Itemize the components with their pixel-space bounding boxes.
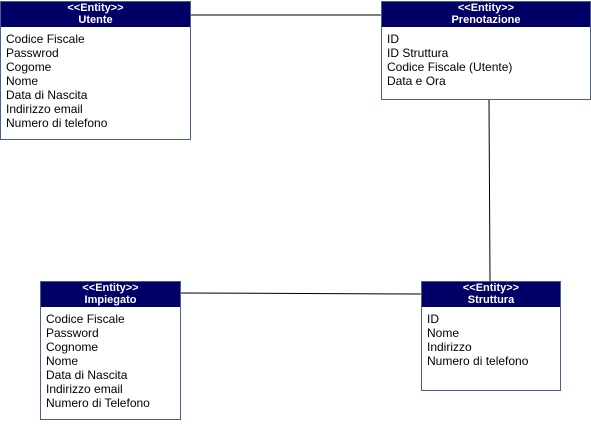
entity-impiegato-stereotype: <<Entity>> [82, 282, 139, 294]
entity-prenotazione-header: <<Entity>> Prenotazione [382, 2, 590, 27]
connector-prenotazione-struttura [488, 99, 491, 282]
attribute: Indirizzo email [46, 382, 123, 396]
entity-impiegato-attributes: Codice Fiscale Password Cognome Nome Dat… [41, 307, 180, 410]
entity-impiegato-header: <<Entity>> Impiegato [41, 282, 180, 307]
entity-impiegato-title: Impiegato [84, 294, 137, 306]
entity-struttura-title: Struttura [467, 294, 515, 306]
attribute: Indirizzo [427, 340, 472, 354]
entity-struttura-stereotype: <<Entity>> [462, 282, 520, 294]
attribute: ID [427, 312, 439, 326]
attribute: Codice Fiscale [6, 32, 85, 46]
attribute: Password [46, 326, 99, 340]
entity-prenotazione[interactable]: <<Entity>> Prenotazione ID ID Struttura … [381, 1, 591, 100]
entity-utente-attributes: Codice Fiscale Passwrod Cogome Nome Data… [1, 27, 190, 130]
entity-utente-title: Utente [78, 14, 113, 26]
entity-prenotazione-attributes: ID ID Struttura Codice Fiscale (Utente) … [382, 27, 590, 88]
attribute: ID [387, 32, 399, 46]
attribute: Codice Fiscale (Utente) [387, 60, 513, 74]
attribute: Data di Nascita [46, 368, 128, 382]
attribute: Data e Ora [387, 74, 446, 88]
attribute: Data di Nascita [6, 88, 88, 102]
entity-utente-header: <<Entity>> Utente [1, 2, 190, 27]
entity-prenotazione-stereotype: <<Entity>> [457, 2, 515, 14]
entity-impiegato[interactable]: <<Entity>> Impiegato Codice Fiscale Pass… [40, 281, 181, 420]
entity-struttura[interactable]: <<Entity>> Struttura ID Nome Indirizzo N… [421, 281, 561, 391]
entity-prenotazione-title: Prenotazione [451, 14, 521, 26]
attribute: ID Struttura [387, 46, 449, 60]
attribute: Numero di telefono [427, 354, 529, 368]
connector-impiegato-struttura [179, 292, 422, 295]
entity-struttura-header: <<Entity>> Struttura [422, 282, 560, 307]
entity-utente[interactable]: <<Entity>> Utente Codice Fiscale Passwro… [0, 1, 191, 140]
attribute: Cognome [46, 340, 99, 354]
entity-struttura-attributes: ID Nome Indirizzo Numero di telefono [422, 307, 560, 368]
attribute: Indirizzo email [6, 102, 83, 116]
entity-utente-stereotype: <<Entity>> [67, 2, 124, 14]
attribute: Codice Fiscale [46, 312, 125, 326]
attribute: Numero di Telefono [46, 396, 150, 410]
attribute: Nome [6, 74, 39, 88]
attribute: Numero di telefono [6, 116, 108, 130]
attribute: Nome [427, 326, 460, 340]
attribute: Cogome [6, 60, 52, 74]
attribute: Nome [46, 354, 79, 368]
attribute: Passwrod [6, 46, 59, 60]
